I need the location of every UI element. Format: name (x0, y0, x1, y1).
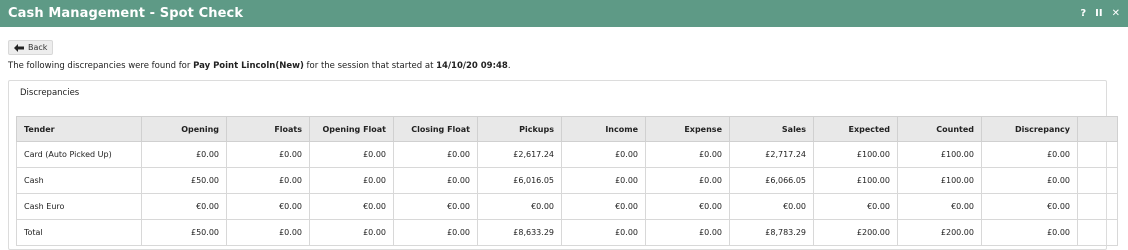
window-controls: ? II ✕ (1080, 8, 1120, 19)
value-cell: €0.00 (141, 193, 227, 220)
value-cell: £100.00 (897, 167, 982, 194)
column-header[interactable]: Floats (226, 116, 310, 142)
value-cell: £0.00 (561, 141, 646, 168)
value-cell: £0.00 (981, 141, 1078, 168)
value-cell: £0.00 (645, 219, 730, 246)
column-header[interactable]: Pickups (477, 116, 562, 142)
tender-cell: Card (Auto Picked Up) (16, 141, 142, 168)
value-cell: £0.00 (393, 141, 478, 168)
value-cell: £0.00 (309, 219, 394, 246)
value-cell: £200.00 (813, 219, 898, 246)
tender-cell: Cash Euro (16, 193, 142, 220)
pause-icon[interactable]: II (1095, 8, 1102, 19)
value-cell: €0.00 (981, 193, 1078, 220)
column-header[interactable]: Expected (813, 116, 898, 142)
value-cell: £100.00 (813, 141, 898, 168)
value-cell: £0.00 (141, 141, 227, 168)
value-cell: £0.00 (309, 141, 394, 168)
value-cell: £0.00 (226, 167, 310, 194)
table-header-row: Tender Opening Floats Opening Float Closing … (16, 116, 1118, 142)
value-cell: €0.00 (226, 193, 310, 220)
value-cell: £0.00 (645, 141, 730, 168)
column-header[interactable]: Sales (729, 116, 814, 142)
value-cell: £0.00 (981, 219, 1078, 246)
value-cell: £8,783.29 (729, 219, 814, 246)
value-cell: £8,633.29 (477, 219, 562, 246)
value-cell (1077, 219, 1118, 246)
column-header[interactable]: Closing Float (393, 116, 478, 142)
message-prefix: The following discrepancies were found f… (8, 61, 194, 71)
main-content: Back The following discrepancies were fo… (0, 27, 1128, 250)
window-titlebar: Cash Management - Spot Check ? II ✕ (0, 0, 1128, 27)
column-header[interactable]: Tender (16, 116, 142, 142)
column-header[interactable]: Opening (141, 116, 227, 142)
value-cell: £200.00 (897, 219, 982, 246)
message-suffix: . (507, 61, 511, 71)
value-cell: £100.00 (813, 167, 898, 194)
column-header[interactable]: Discrepancy (981, 116, 1078, 142)
value-cell: £0.00 (226, 141, 310, 168)
column-header[interactable]: Income (561, 116, 646, 142)
back-button[interactable]: Back (8, 40, 54, 55)
message-datetime: 14/10/20 09:48 (436, 61, 508, 71)
value-cell: €0.00 (729, 193, 814, 220)
column-header[interactable] (1077, 116, 1118, 142)
value-cell: €0.00 (897, 193, 982, 220)
value-cell: £0.00 (561, 167, 646, 194)
value-cell (1077, 193, 1118, 220)
table-row: Card (Auto Picked Up) £0.00 £0.00 £0.00 £0.0… (16, 141, 1118, 168)
panel-title: Discrepancies (20, 88, 80, 98)
discrepancy-message: The following discrepancies were found f… (8, 61, 1120, 71)
value-cell: €0.00 (561, 193, 646, 220)
table-row: Cash Euro €0.00 €0.00 €0.00 €0.00 €0.00 €0.00 €… (16, 193, 1118, 220)
value-cell: £50.00 (141, 219, 227, 246)
message-location: Pay Point Lincoln(New) (193, 61, 304, 71)
value-cell: £0.00 (309, 167, 394, 194)
column-header[interactable]: Counted (897, 116, 982, 142)
column-header[interactable]: Opening Float (309, 116, 394, 142)
arrow-left-icon (14, 43, 24, 52)
column-header[interactable]: Expense (645, 116, 730, 142)
value-cell: £0.00 (561, 219, 646, 246)
value-cell: £0.00 (393, 167, 478, 194)
value-cell: €0.00 (393, 193, 478, 220)
value-cell: £50.00 (141, 167, 227, 194)
discrepancies-table: Tender Opening Floats Opening Float Closing … (16, 116, 1118, 246)
value-cell: £0.00 (981, 167, 1078, 194)
value-cell: £6,066.05 (729, 167, 814, 194)
discrepancies-panel: Discrepancies Tender Opening Floats Opening… (8, 80, 1118, 250)
value-cell: £0.00 (393, 219, 478, 246)
value-cell: £2,717.24 (729, 141, 814, 168)
table-row: Cash £50.00 £0.00 £0.00 £0.00 £6,016.05 £0.00 £… (16, 167, 1118, 194)
value-cell: €0.00 (477, 193, 562, 220)
close-icon[interactable]: ✕ (1112, 8, 1120, 19)
window-title: Cash Management - Spot Check (8, 6, 244, 21)
table-body: Card (Auto Picked Up) £0.00 £0.00 £0.00 £0.0… (16, 141, 1118, 246)
value-cell: €0.00 (645, 193, 730, 220)
value-cell: €0.00 (309, 193, 394, 220)
value-cell: £6,016.05 (477, 167, 562, 194)
table-row: Total £50.00 £0.00 £0.00 £0.00 £8,633.29 £0.00… (16, 219, 1118, 246)
value-cell: £100.00 (897, 141, 982, 168)
value-cell: £0.00 (226, 219, 310, 246)
value-cell (1077, 167, 1118, 194)
help-icon[interactable]: ? (1080, 8, 1086, 19)
value-cell: €0.00 (813, 193, 898, 220)
tender-cell: Cash (16, 167, 142, 194)
message-middle: for the session that started at (303, 61, 437, 71)
value-cell: £2,617.24 (477, 141, 562, 168)
back-button-label: Back (28, 43, 48, 52)
value-cell: £0.00 (645, 167, 730, 194)
value-cell (1077, 141, 1118, 168)
tender-cell: Total (16, 219, 142, 246)
